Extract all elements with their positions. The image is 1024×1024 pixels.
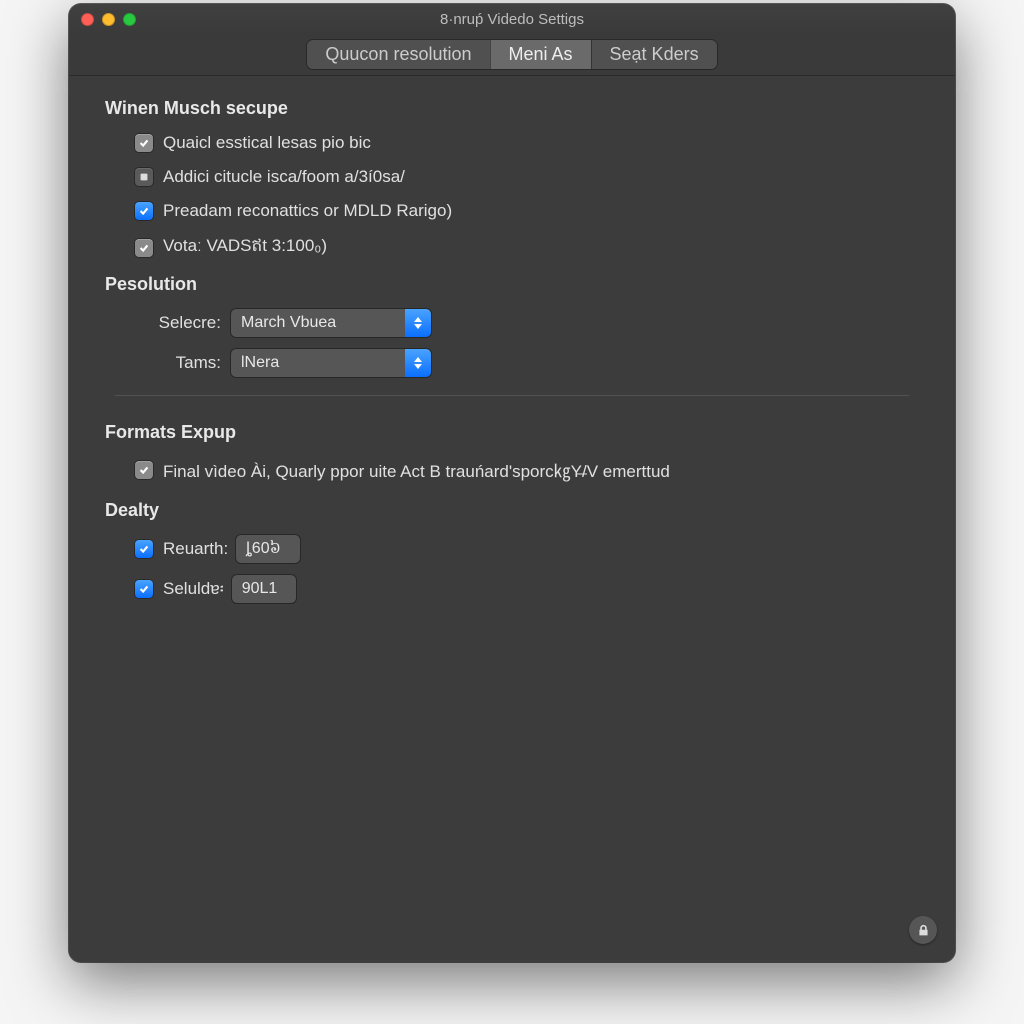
titlebar: 8·nruṕ Videdo Settigs: [69, 4, 955, 34]
value-text: ȴ60៦: [236, 537, 300, 561]
checkbox-label: Addici citucle isca/foom a/3í0sa/: [163, 167, 405, 187]
select-row: Selecre: March Vbuea: [105, 309, 919, 337]
checkbox-row: Preadam reconattics or MDLD Rarigo): [105, 201, 919, 221]
dealty-row: Seluldɐ፡ 90L1: [105, 575, 919, 603]
section-heading-2: Pesolution: [105, 274, 919, 295]
section-heading-3: Formats Expup: [105, 422, 919, 443]
checkbox-label: Preadam reconattics or MDLD Rarigo): [163, 201, 452, 221]
field-label: Seluldɐ፡: [163, 579, 224, 599]
check-icon: [138, 137, 150, 149]
chevron-up-icon: [414, 357, 422, 362]
select-row: Tams: lNera: [105, 349, 919, 377]
value-text: 90L1: [232, 580, 296, 598]
checkbox-row: Quaicl esstical lesas pio bic: [105, 133, 919, 153]
window-title: 8·nruṕ Videdo Settigs: [69, 11, 955, 28]
select-selecre[interactable]: March Vbuea: [231, 309, 431, 337]
checkbox-row: Votaː VADSឥt 3:100₀): [105, 235, 919, 260]
dealty-row: Reuarth: ȴ60៦: [105, 535, 919, 563]
checkbox-formats[interactable]: [135, 461, 153, 479]
checkbox-label: Quaicl esstical lesas pio bic: [163, 133, 371, 153]
lock-button[interactable]: [909, 916, 937, 944]
checkbox-label: Votaː VADSឥt 3:100₀): [163, 235, 327, 260]
checkbox-reuarth[interactable]: [135, 540, 153, 558]
checkbox-row: Addici citucle isca/foom a/3í0sa/: [105, 167, 919, 187]
maximize-button[interactable]: [123, 13, 136, 26]
square-icon: [138, 171, 150, 183]
check-icon: [138, 464, 150, 476]
section-heading-1: Winen Musch secupe: [105, 98, 919, 119]
close-button[interactable]: [81, 13, 94, 26]
select-label: Selecre:: [135, 313, 221, 333]
chevron-up-icon: [414, 317, 422, 322]
checkbox-row: Final vìdeo Ài, Quarly ppor uite Act B t…: [105, 457, 919, 482]
tab-group: Quucon resolution Meni As Seạt Kders: [307, 40, 716, 69]
checkbox-1[interactable]: [135, 134, 153, 152]
traffic-lights: [81, 13, 136, 26]
tab-seat-kders[interactable]: Seạt Kders: [591, 40, 717, 69]
tab-resolution[interactable]: Quucon resolution: [307, 40, 489, 69]
chevron-down-icon: [414, 324, 422, 329]
tab-meni-as[interactable]: Meni As: [490, 40, 591, 69]
minimize-button[interactable]: [102, 13, 115, 26]
checkbox-3[interactable]: [135, 202, 153, 220]
value-box-reuarth[interactable]: ȴ60៦: [236, 535, 300, 563]
select-value: March Vbuea: [231, 314, 405, 332]
section-heading-4: Dealty: [105, 500, 919, 521]
checkbox-selulde[interactable]: [135, 580, 153, 598]
select-tams[interactable]: lNera: [231, 349, 431, 377]
select-value: lNera: [231, 354, 405, 372]
check-icon: [138, 583, 150, 595]
toolbar: Quucon resolution Meni As Seạt Kders: [69, 34, 955, 76]
check-icon: [138, 543, 150, 555]
content-area: Winen Musch secupe Quaicl esstical lesas…: [69, 76, 955, 651]
lock-icon: [917, 924, 930, 937]
stepper-icon: [405, 349, 431, 377]
checkbox-label: Final vìdeo Ài, Quarly ppor uite Act B t…: [163, 457, 670, 482]
settings-window: 8·nruṕ Videdo Settigs Quucon resolution …: [69, 4, 955, 962]
select-label: Tams:: [135, 353, 221, 373]
checkbox-2[interactable]: [135, 168, 153, 186]
check-icon: [138, 242, 150, 254]
chevron-down-icon: [414, 364, 422, 369]
stepper-icon: [405, 309, 431, 337]
value-box-selulde[interactable]: 90L1: [232, 575, 296, 603]
separator: [115, 395, 909, 396]
checkbox-4[interactable]: [135, 239, 153, 257]
check-icon: [138, 205, 150, 217]
field-label: Reuarth:: [163, 539, 228, 559]
